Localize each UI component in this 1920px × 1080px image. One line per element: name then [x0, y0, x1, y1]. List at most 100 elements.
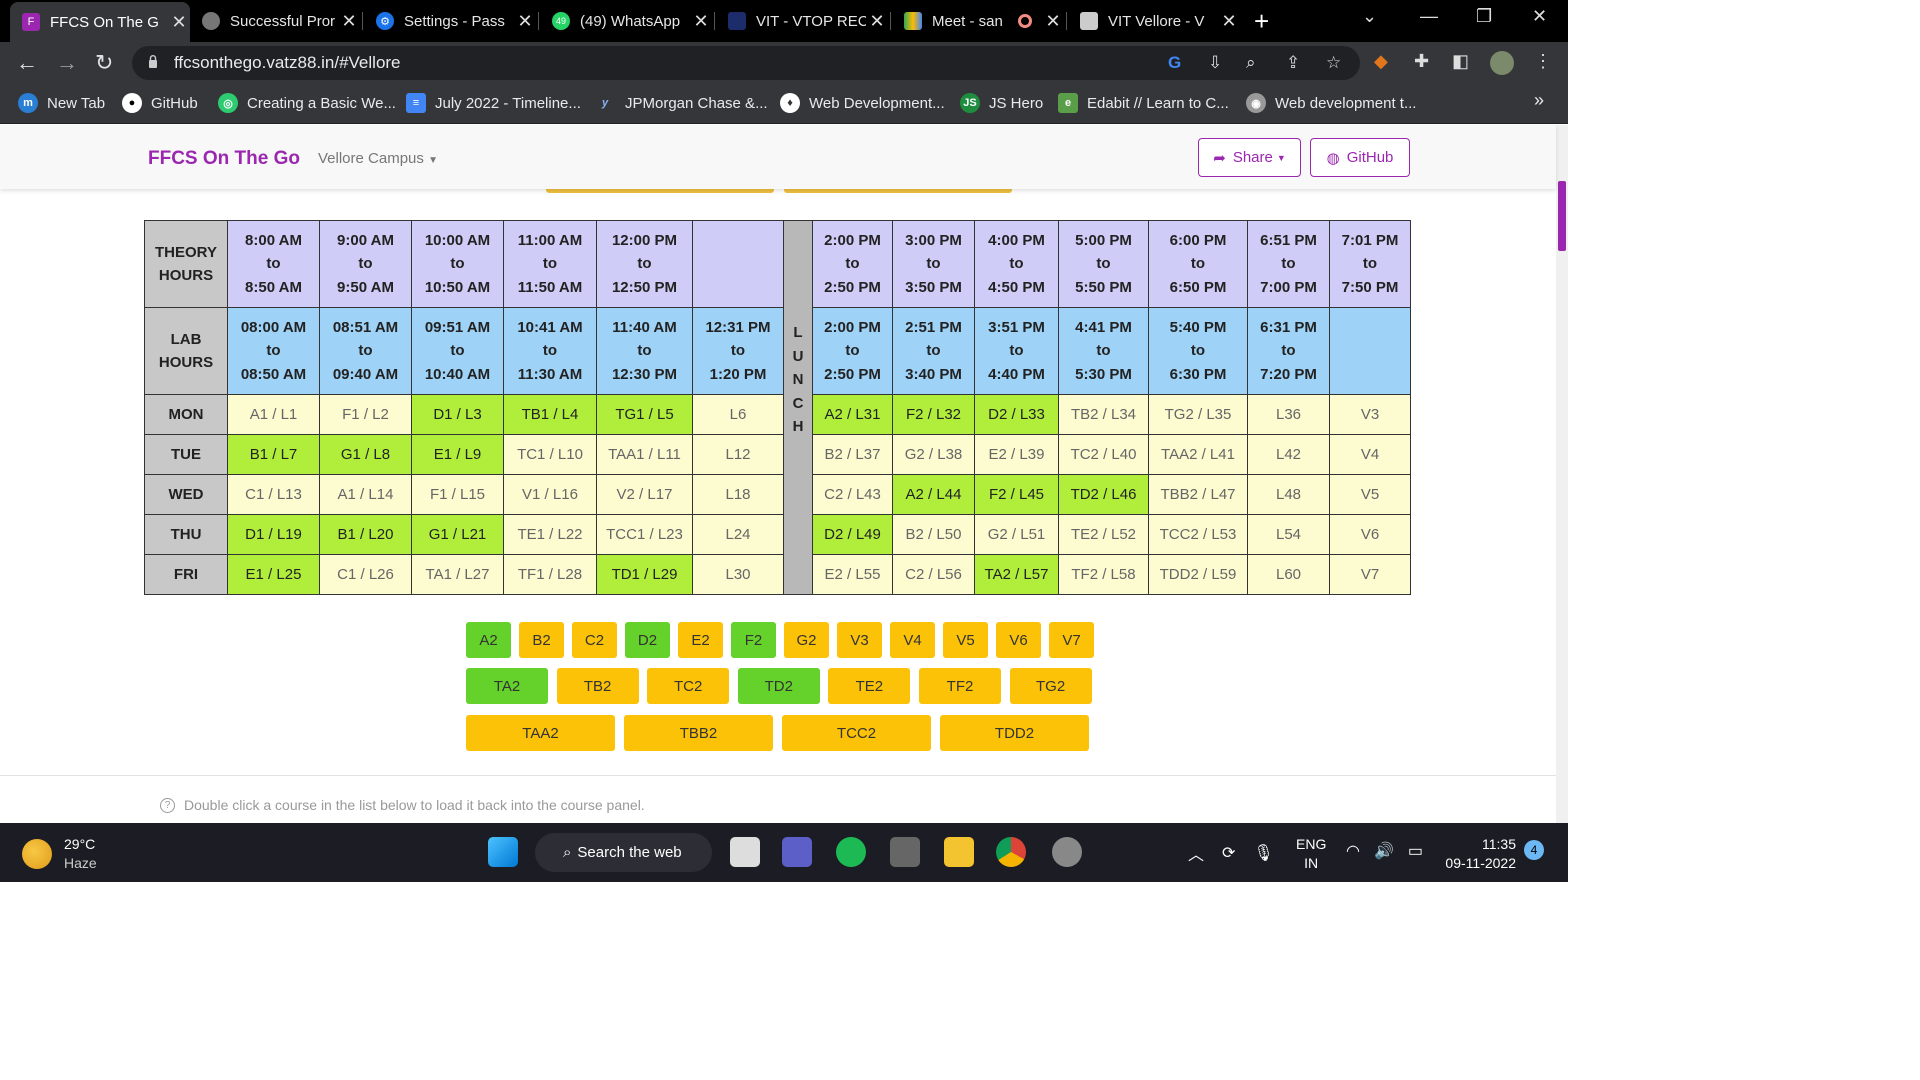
close-icon[interactable]: ✕ — [338, 11, 360, 32]
timetable-slot-cell[interactable]: C2 / L43 — [812, 474, 893, 515]
timetable-slot-cell[interactable]: TE1 / L22 — [503, 514, 597, 555]
timetable-slot-cell[interactable]: TC2 / L40 — [1058, 434, 1149, 475]
bookmarks-overflow-icon[interactable]: » — [1534, 90, 1544, 111]
timetable-slot-cell[interactable]: L24 — [692, 514, 784, 555]
tab-meet[interactable]: Meet - san ✕ — [892, 4, 1064, 38]
menu-kebab-icon[interactable]: ⋮ — [1534, 51, 1552, 72]
chevron-up-icon[interactable]: ︿ — [1188, 841, 1204, 865]
timetable-slot-cell[interactable]: TB1 / L4 — [503, 394, 597, 435]
avatar[interactable] — [1490, 51, 1514, 75]
slot-button-tf2[interactable]: TF2 — [919, 668, 1001, 704]
close-icon[interactable]: ✕ — [1042, 11, 1064, 32]
slot-button-c2[interactable]: C2 — [572, 622, 617, 658]
timetable-slot-cell[interactable]: G2 / L38 — [892, 434, 975, 475]
timetable-slot-cell[interactable]: D1 / L19 — [227, 514, 320, 555]
timetable-slot-cell[interactable]: E2 / L55 — [812, 554, 893, 595]
bookmark-july[interactable]: ≡ July 2022 - Timeline... — [406, 93, 581, 113]
timetable-slot-cell[interactable]: V1 / L16 — [503, 474, 597, 515]
slot-button-ta2[interactable]: TA2 — [466, 668, 548, 704]
zoom-icon[interactable]: ⌕ — [1246, 53, 1256, 73]
slot-button-v3[interactable]: V3 — [837, 622, 882, 658]
slot-button-taa2[interactable]: TAA2 — [466, 715, 615, 751]
timetable-slot-cell[interactable]: E1 / L25 — [227, 554, 320, 595]
timetable-slot-cell[interactable]: A1 / L1 — [227, 394, 320, 435]
scrollbar-thumb[interactable] — [1558, 181, 1566, 251]
tab-whatsapp[interactable]: 49 (49) WhatsApp ✕ — [540, 4, 712, 38]
timetable-slot-cell[interactable]: V4 — [1329, 434, 1411, 475]
file-explorer-icon[interactable] — [944, 837, 974, 867]
timetable-slot-cell[interactable]: TG1 / L5 — [596, 394, 693, 435]
bookmark-github[interactable]: ● GitHub — [122, 93, 198, 113]
timetable-slot-cell[interactable]: F1 / L15 — [411, 474, 504, 515]
timetable-slot-cell[interactable]: TD2 / L46 — [1058, 474, 1149, 515]
github-button[interactable]: ◍ GitHub — [1310, 138, 1410, 177]
bookmark-new-tab[interactable]: m New Tab — [18, 93, 105, 113]
slot-button-v4[interactable]: V4 — [890, 622, 935, 658]
timetable-slot-cell[interactable]: TAA2 / L41 — [1148, 434, 1248, 475]
quick-settings[interactable]: ◠ 🔊 ▭ — [1346, 841, 1423, 861]
google-lens-icon[interactable]: G — [1168, 53, 1181, 73]
tab-vit-vellore[interactable]: VIT Vellore - V ✕ — [1068, 4, 1240, 38]
timetable-slot-cell[interactable]: G2 / L51 — [974, 514, 1059, 555]
timetable-slot-cell[interactable]: C1 / L13 — [227, 474, 320, 515]
timetable-slot-cell[interactable]: C1 / L26 — [319, 554, 412, 595]
timetable-slot-cell[interactable]: TA2 / L57 — [974, 554, 1059, 595]
timetable-slot-cell[interactable]: B1 / L20 — [319, 514, 412, 555]
camera-icon[interactable] — [890, 837, 920, 867]
campus-dropdown[interactable]: Vellore Campus ▼ — [318, 150, 438, 167]
windows-start-icon[interactable] — [488, 837, 518, 867]
timetable-slot-cell[interactable]: F2 / L32 — [892, 394, 975, 435]
bookmark-edabit[interactable]: e Edabit // Learn to C... — [1058, 93, 1229, 113]
timetable-slot-cell[interactable]: E1 / L9 — [411, 434, 504, 475]
timetable-slot-cell[interactable]: D2 / L49 — [812, 514, 893, 555]
bookmark-creating[interactable]: ◎ Creating a Basic We... — [218, 93, 396, 113]
timetable-slot-cell[interactable]: TG2 / L35 — [1148, 394, 1248, 435]
notification-badge[interactable]: 4 — [1524, 840, 1544, 860]
bookmark-webdev[interactable]: ♦ Web Development... — [780, 93, 945, 113]
teams-chat-icon[interactable] — [782, 837, 812, 867]
install-icon[interactable]: ⇩ — [1208, 53, 1222, 73]
tab-search-icon[interactable]: ⌄ — [1362, 6, 1377, 27]
extensions-icon[interactable]: ✚ — [1414, 51, 1429, 72]
tab-successful[interactable]: Successful Pror ✕ — [190, 4, 360, 38]
timetable-slot-cell[interactable]: V3 — [1329, 394, 1411, 435]
taskbar-search[interactable]: ⌕ Search the web — [535, 833, 712, 872]
timetable-slot-cell[interactable]: TE2 / L52 — [1058, 514, 1149, 555]
slot-button-tbb2[interactable]: TBB2 — [624, 715, 773, 751]
microphone-icon[interactable]: 🎙 — [1253, 843, 1273, 863]
timetable-slot-cell[interactable]: B2 / L50 — [892, 514, 975, 555]
slot-button-d2[interactable]: D2 — [625, 622, 670, 658]
timetable-slot-cell[interactable]: V2 / L17 — [596, 474, 693, 515]
timetable-slot-cell[interactable]: A1 / L14 — [319, 474, 412, 515]
timetable-slot-cell[interactable]: L42 — [1247, 434, 1330, 475]
timetable-slot-cell[interactable]: TC1 / L10 — [503, 434, 597, 475]
slot-button-a2[interactable]: A2 — [466, 622, 511, 658]
timetable-slot-cell[interactable]: G1 / L21 — [411, 514, 504, 555]
omnibox[interactable]: ffcsonthego.vatz88.in/#Vellore G ⇩ ⌕ ⇪ ☆ — [132, 46, 1360, 80]
bookmark-star-icon[interactable]: ☆ — [1326, 53, 1341, 73]
reload-icon[interactable]: ↻ — [95, 50, 113, 76]
close-icon[interactable]: ✕ — [690, 11, 712, 32]
timetable-slot-cell[interactable]: L30 — [692, 554, 784, 595]
bookmark-webdev-t[interactable]: ◉ Web development t... — [1246, 93, 1416, 113]
timetable-slot-cell[interactable]: L36 — [1247, 394, 1330, 435]
timetable-slot-cell[interactable]: L48 — [1247, 474, 1330, 515]
close-icon[interactable]: ✕ — [866, 11, 888, 32]
timetable-slot-cell[interactable]: A2 / L44 — [892, 474, 975, 515]
timetable-slot-cell[interactable]: D1 / L3 — [411, 394, 504, 435]
timetable-slot-cell[interactable]: TD1 / L29 — [596, 554, 693, 595]
bookmark-jshero[interactable]: JS JS Hero — [960, 93, 1043, 113]
share-page-icon[interactable]: ⇪ — [1286, 53, 1300, 73]
timetable-slot-cell[interactable]: A2 / L31 — [812, 394, 893, 435]
timetable-slot-cell[interactable]: F1 / L2 — [319, 394, 412, 435]
language-indicator[interactable]: ENG IN — [1296, 835, 1326, 873]
sync-icon[interactable]: ⟳ — [1222, 843, 1235, 863]
back-icon[interactable]: ← — [16, 50, 38, 76]
metamask-icon[interactable]: ◆ — [1374, 51, 1388, 72]
slot-button-v6[interactable]: V6 — [996, 622, 1041, 658]
timetable-slot-cell[interactable]: TF2 / L58 — [1058, 554, 1149, 595]
close-icon[interactable]: ✕ — [168, 12, 190, 33]
timetable-slot-cell[interactable]: TCC1 / L23 — [596, 514, 693, 555]
timetable-slot-cell[interactable]: F2 / L45 — [974, 474, 1059, 515]
task-view-icon[interactable] — [730, 837, 760, 867]
